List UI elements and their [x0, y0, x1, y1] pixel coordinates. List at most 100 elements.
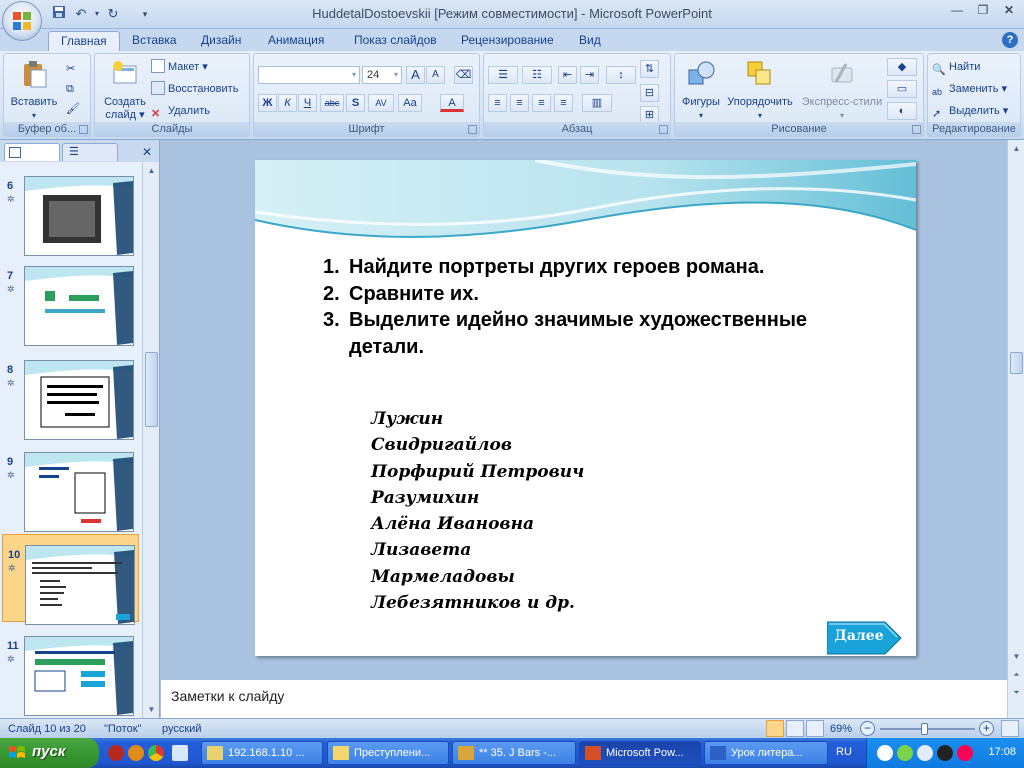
- taskbar-item[interactable]: ** 35. J Bars -...: [452, 741, 576, 765]
- font-launcher-icon[interactable]: [468, 125, 477, 134]
- tab-review[interactable]: Рецензирование: [449, 31, 566, 51]
- shape-fill-icon[interactable]: ◆: [887, 58, 917, 76]
- next-slide-icon[interactable]: ⏷: [1008, 684, 1024, 701]
- scroll-down-icon[interactable]: ▼: [143, 701, 160, 718]
- reset-button[interactable]: Восстановить: [151, 80, 238, 98]
- bold-button[interactable]: Ж: [258, 94, 277, 112]
- char-spacing-button[interactable]: AV: [368, 94, 394, 112]
- thumbnail-scrollbar[interactable]: ▲ ▼: [142, 162, 159, 718]
- drawing-launcher-icon[interactable]: [912, 125, 921, 134]
- quick-styles-button[interactable]: Экспресс-стили ▾: [799, 58, 885, 122]
- speaker-icon[interactable]: [917, 745, 933, 761]
- shrink-font-button[interactable]: A: [426, 66, 445, 84]
- shape-effects-icon[interactable]: ◐: [887, 102, 917, 120]
- scroll-thumb[interactable]: [145, 352, 158, 427]
- normal-view-icon[interactable]: [766, 720, 784, 737]
- select-button[interactable]: ➚ Выделить ▾: [932, 102, 1008, 120]
- show-desktop-icon[interactable]: [172, 745, 188, 761]
- replace-button[interactable]: ab Заменить ▾: [932, 80, 1007, 98]
- increase-indent-icon[interactable]: ⇥: [580, 66, 599, 84]
- chrome-icon[interactable]: [148, 745, 164, 761]
- zoom-slider-thumb[interactable]: [920, 723, 928, 735]
- zoom-level[interactable]: 69%: [830, 721, 852, 737]
- taskbar-item[interactable]: Преступлени...: [327, 741, 449, 765]
- scroll-up-icon[interactable]: ▲: [143, 162, 160, 179]
- format-painter-icon[interactable]: 🖌: [66, 100, 80, 118]
- network-icon[interactable]: [877, 745, 893, 761]
- start-button[interactable]: пуск: [0, 738, 99, 768]
- paragraph-launcher-icon[interactable]: [659, 125, 668, 134]
- text-direction-icon[interactable]: ⇅: [640, 60, 659, 78]
- close-icon[interactable]: ✕: [142, 145, 152, 159]
- slide-sorter-icon[interactable]: [786, 720, 804, 737]
- slide-thumbnail-10[interactable]: 10 ✲: [2, 534, 139, 625]
- delete-slide-button[interactable]: ✕ Удалить: [151, 102, 210, 120]
- next-button[interactable]: Далее: [826, 620, 902, 656]
- arrange-button[interactable]: Упорядочить ▾: [723, 58, 797, 122]
- font-color-button[interactable]: A: [440, 94, 464, 112]
- slide-canvas[interactable]: 1. Найдите портреты других героев романа.…: [255, 160, 916, 656]
- new-slide-button[interactable]: Создать слайд ▾: [99, 58, 151, 122]
- taskbar-item[interactable]: Microsoft Pow...: [579, 741, 701, 765]
- clipboard-launcher-icon[interactable]: [79, 125, 88, 134]
- slide-thumbnail-7[interactable]: 7 ✲: [2, 256, 139, 346]
- clear-format-icon[interactable]: ⌫: [454, 66, 473, 84]
- help-icon[interactable]: ?: [1002, 32, 1018, 48]
- zoom-out-icon[interactable]: −: [860, 721, 875, 736]
- shape-outline-icon[interactable]: ▭: [887, 80, 917, 98]
- tab-design[interactable]: Дизайн: [189, 31, 253, 51]
- tab-slides-thumbnails[interactable]: [4, 143, 60, 161]
- paste-button[interactable]: Вставить ▾: [9, 58, 59, 122]
- align-text-icon[interactable]: ⊟: [640, 84, 659, 102]
- taskbar-item[interactable]: Урок литера...: [704, 741, 828, 765]
- decrease-indent-icon[interactable]: ⇤: [558, 66, 577, 84]
- tab-view[interactable]: Вид: [567, 31, 613, 51]
- keyboard-language[interactable]: RU: [836, 746, 852, 758]
- italic-button[interactable]: К: [278, 94, 297, 112]
- opera-icon[interactable]: [108, 745, 124, 761]
- editor-scrollbar[interactable]: ▲ ▼ ⏶ ⏷: [1007, 140, 1024, 718]
- slide-thumbnail-11[interactable]: 11 ✲: [2, 626, 139, 716]
- bullets-icon[interactable]: ☰: [488, 66, 518, 84]
- grow-font-button[interactable]: A: [406, 66, 425, 84]
- slideshow-view-icon[interactable]: [806, 720, 824, 737]
- slide-thumbnail-9[interactable]: 9 ✲: [2, 442, 139, 532]
- copy-icon[interactable]: ⧉: [66, 80, 74, 98]
- tab-animation[interactable]: Анимация: [256, 31, 336, 51]
- scroll-down-icon[interactable]: ▼: [1008, 648, 1024, 665]
- taskbar-item[interactable]: 192.168.1.10 ...: [201, 741, 323, 765]
- align-left-icon[interactable]: ≡: [488, 94, 507, 112]
- app-launcher-icon[interactable]: [128, 745, 144, 761]
- numbering-icon[interactable]: ☷: [522, 66, 552, 84]
- language-indicator[interactable]: русский: [162, 721, 201, 737]
- underline-button[interactable]: Ч: [298, 94, 317, 112]
- theme-name[interactable]: "Поток": [104, 721, 141, 737]
- close-button[interactable]: ✕: [998, 3, 1020, 21]
- volume-icon[interactable]: [897, 745, 913, 761]
- columns-icon[interactable]: ▥: [582, 94, 612, 112]
- align-center-icon[interactable]: ≡: [510, 94, 529, 112]
- change-case-button[interactable]: Aa: [398, 94, 422, 112]
- tab-slideshow[interactable]: Показ слайдов: [342, 31, 449, 51]
- minimize-button[interactable]: —: [946, 3, 968, 21]
- media-icon[interactable]: [957, 745, 973, 761]
- office-button[interactable]: [2, 1, 42, 41]
- cut-icon[interactable]: ✂: [66, 60, 75, 78]
- scroll-thumb[interactable]: [1010, 352, 1023, 374]
- slide-thumbnail-8[interactable]: 8 ✲: [2, 350, 139, 440]
- find-button[interactable]: 🔍 Найти: [932, 58, 980, 76]
- shapes-button[interactable]: Фигуры ▾: [679, 58, 723, 122]
- notes-pane[interactable]: Заметки к слайду: [161, 676, 1007, 718]
- font-size-combo[interactable]: 24 ▾: [362, 66, 402, 84]
- previous-slide-icon[interactable]: ⏶: [1008, 666, 1024, 683]
- antivirus-icon[interactable]: [937, 745, 953, 761]
- line-spacing-icon[interactable]: ↕: [606, 66, 636, 84]
- restore-button[interactable]: ❐: [972, 3, 994, 21]
- shadow-button[interactable]: S: [346, 94, 365, 112]
- scroll-up-icon[interactable]: ▲: [1008, 140, 1024, 157]
- slide-thumbnail-6[interactable]: 6 ✲: [2, 166, 139, 256]
- zoom-slider[interactable]: [880, 723, 975, 735]
- justify-icon[interactable]: ≡: [554, 94, 573, 112]
- tab-insert[interactable]: Вставка: [120, 31, 189, 51]
- font-name-combo[interactable]: ▾: [258, 66, 360, 84]
